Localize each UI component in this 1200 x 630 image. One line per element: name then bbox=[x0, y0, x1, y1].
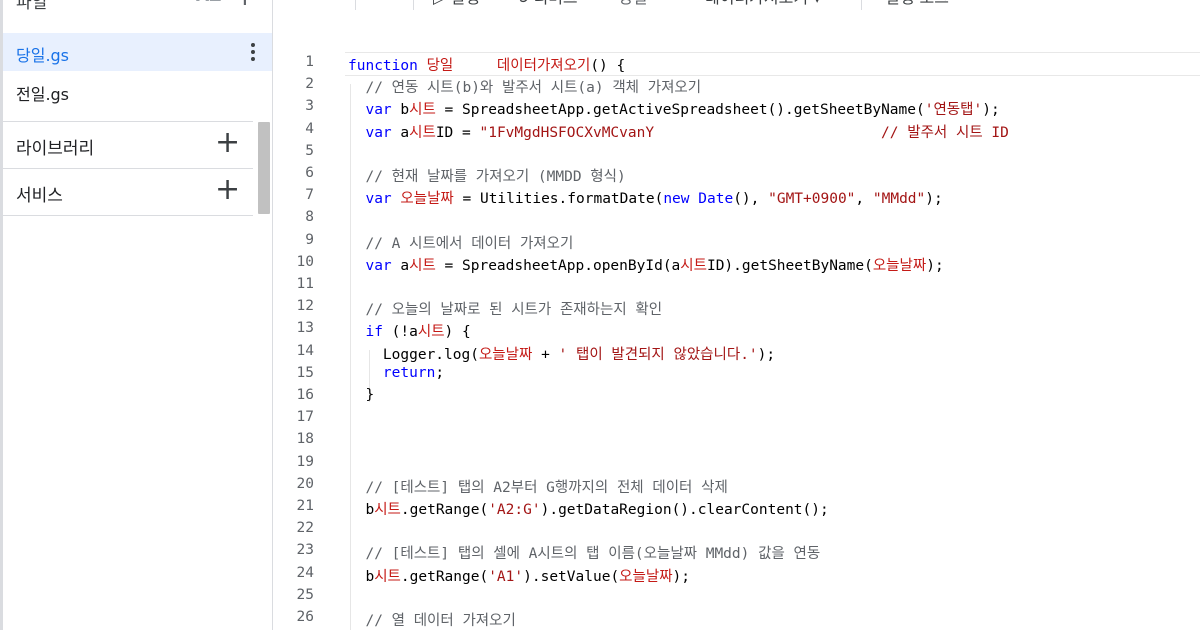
code-line[interactable]: // 연동 시트(b)와 발주서 시트(a) 객체 가져오기 bbox=[348, 76, 701, 97]
editor-toolbar: ↶ ↷ ⎙ ▷ 실행 ⟲ 디버그 평일 데이터가져오기 ▾ 실행 로그 bbox=[273, 0, 1200, 12]
redo-icon[interactable]: ↷ bbox=[321, 0, 334, 3]
line-number: 14 bbox=[296, 342, 314, 359]
line-number: 22 bbox=[296, 520, 314, 537]
code-line[interactable]: b시트.getRange('A2:G').getDataRegion().cle… bbox=[348, 498, 828, 519]
line-number: 9 bbox=[305, 231, 314, 248]
add-service-icon[interactable]: + bbox=[215, 173, 240, 207]
line-number: 2 bbox=[305, 76, 314, 93]
code-line[interactable]: if (!a시트) { bbox=[348, 320, 470, 341]
files-header: 파일 AZ + bbox=[0, 0, 270, 20]
file-item-previous-day[interactable]: 전일.gs bbox=[3, 72, 272, 110]
line-number: 1 bbox=[305, 54, 314, 70]
toolbar-divider bbox=[413, 0, 414, 10]
line-number: 20 bbox=[296, 475, 314, 492]
line-number: 7 bbox=[305, 187, 314, 204]
line-number: 17 bbox=[296, 409, 314, 426]
file-name: 당일.gs bbox=[16, 46, 70, 65]
sidebar-scrollbar[interactable] bbox=[258, 122, 270, 214]
code-line[interactable]: // 현재 날짜를 가져오기 (MMDD 형식) bbox=[348, 165, 625, 186]
line-number: 5 bbox=[305, 142, 314, 159]
line-number: 26 bbox=[296, 609, 314, 625]
code-line[interactable]: function 당일 데이터가져오기() { bbox=[348, 54, 625, 75]
save-icon[interactable]: ⎙ bbox=[373, 0, 386, 4]
code-line[interactable]: // [테스트] 탭의 A2부터 G행까지의 전체 데이터 삭제 bbox=[348, 476, 727, 497]
line-number: 21 bbox=[296, 498, 314, 514]
code-line[interactable]: } bbox=[348, 387, 374, 403]
line-number: 24 bbox=[296, 564, 314, 581]
code-line[interactable]: // A 시트에서 데이터 가져오기 bbox=[348, 232, 573, 253]
debug-button[interactable]: ⟲ 디버그 bbox=[515, 0, 578, 8]
line-number: 4 bbox=[305, 120, 314, 137]
files-label: 파일 bbox=[16, 0, 48, 13]
more-vert-icon[interactable] bbox=[250, 41, 256, 63]
add-library-icon[interactable]: + bbox=[215, 126, 240, 160]
code-line[interactable]: // [테스트] 탭의 셀에 A시트의 탭 이름(오늘날짜 MMdd) 값을 연… bbox=[348, 542, 820, 563]
code-line[interactable]: var a시트 = SpreadsheetApp.openById(a시트ID)… bbox=[348, 254, 943, 275]
code-line[interactable]: var b시트 = SpreadsheetApp.getActiveSpread… bbox=[348, 98, 999, 119]
file-sidebar: 파일 AZ + 당일.gs 전일.gs 라이브러리 + 서비스 + bbox=[0, 0, 273, 630]
line-number: 6 bbox=[305, 165, 314, 181]
code-line[interactable]: // 오늘의 날짜로 된 시트가 존재하는지 확인 bbox=[348, 298, 662, 319]
services-section[interactable]: 서비스 + bbox=[3, 168, 253, 215]
line-number: 3 bbox=[305, 98, 314, 115]
function-select[interactable]: 데이터가져오기 ▾ bbox=[705, 0, 821, 8]
code-line[interactable]: Logger.log(오늘날짜 + ' 탭이 발견되지 않았습니다.'); bbox=[348, 343, 775, 364]
trigger-label[interactable]: 평일 bbox=[618, 0, 647, 8]
code-line[interactable]: var a시트ID = "1FvMgdHSFOCXvMCvanY // 발주서 … bbox=[348, 121, 1008, 142]
line-number: 13 bbox=[296, 320, 314, 337]
line-number: 10 bbox=[296, 253, 314, 270]
code-line[interactable]: var 오늘날짜 = Utilities.formatDate(new Date… bbox=[348, 187, 942, 208]
execution-log-button[interactable]: 실행 로그 bbox=[885, 0, 949, 8]
file-name: 전일.gs bbox=[16, 85, 70, 104]
libraries-section[interactable]: 라이브러리 + bbox=[3, 121, 253, 168]
line-number: 16 bbox=[296, 387, 314, 403]
run-button[interactable]: ▷ 실행 bbox=[433, 0, 480, 8]
line-number: 8 bbox=[305, 209, 314, 226]
line-number: 12 bbox=[296, 298, 314, 315]
sort-az-icon[interactable]: AZ bbox=[196, 0, 221, 6]
line-number: 11 bbox=[296, 276, 314, 292]
services-label: 서비스 bbox=[16, 186, 63, 206]
line-number: 25 bbox=[296, 586, 314, 603]
line-number: 23 bbox=[296, 542, 314, 559]
toolbar-divider bbox=[355, 0, 356, 10]
code-line[interactable]: b시트.getRange('A1').setValue(오늘날짜); bbox=[348, 565, 690, 586]
libraries-label: 라이브러리 bbox=[16, 139, 95, 159]
line-number: 15 bbox=[296, 364, 314, 381]
line-number: 19 bbox=[296, 453, 314, 470]
toolbar-divider bbox=[861, 0, 862, 10]
line-number: 18 bbox=[296, 431, 314, 448]
add-file-icon[interactable]: + bbox=[234, 0, 256, 12]
undo-icon[interactable]: ↶ bbox=[293, 0, 306, 3]
file-item-daily[interactable]: 당일.gs bbox=[3, 33, 272, 71]
code-line[interactable]: // 열 데이터 가져오기 bbox=[348, 609, 515, 630]
section-divider bbox=[3, 215, 253, 216]
code-line[interactable]: return; bbox=[348, 365, 444, 381]
